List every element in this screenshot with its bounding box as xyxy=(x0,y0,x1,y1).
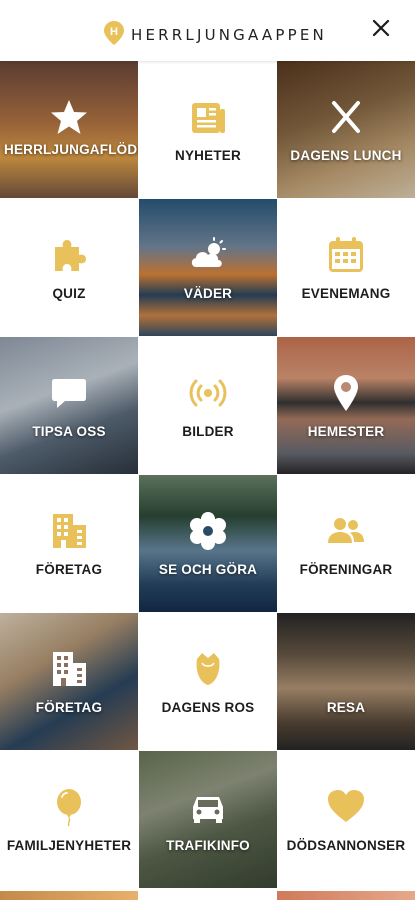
close-icon xyxy=(372,19,390,37)
tile-label: NYHETER xyxy=(175,148,241,163)
tile-label: RESA xyxy=(326,700,366,715)
buildings-icon xyxy=(49,511,89,551)
tile-bilder[interactable]: BILDER xyxy=(139,337,277,474)
tile-label: HEMESTER xyxy=(307,424,385,439)
cutlery-icon xyxy=(326,97,366,137)
buildings-icon xyxy=(49,649,89,689)
people-icon xyxy=(326,511,366,551)
tile-företag[interactable]: FÖRETAG xyxy=(0,475,138,612)
rose-icon xyxy=(188,649,228,689)
tile-herrljungaflödet[interactable]: HERRLJUNGAFLÖDET xyxy=(0,61,138,198)
tile-label: DAGENS ROS xyxy=(161,700,255,715)
tile-label: DAGENS LUNCH xyxy=(290,148,402,163)
tile-tipsa-oss[interactable]: TIPSA OSS xyxy=(0,337,138,474)
location-pin-icon xyxy=(326,373,366,413)
tile-dagens-ros[interactable]: DAGENS ROS xyxy=(139,613,277,750)
star-icon xyxy=(49,97,89,137)
newspaper-icon xyxy=(188,97,228,137)
svg-text:H: H xyxy=(110,26,118,38)
tile-label: QUIZ xyxy=(52,286,86,301)
tile-väder[interactable]: VÄDER xyxy=(139,199,277,336)
app-header: H HERRLJUNGAAPPEN xyxy=(0,0,415,61)
tile-se-och-göra[interactable]: SE OCH GÖRA xyxy=(139,475,277,612)
tile-familjenyheter[interactable]: FAMILJENYHETER xyxy=(0,751,138,888)
tile-label: TRAFIKINFO xyxy=(166,838,250,853)
tile-evenemang[interactable]: EVENEMANG xyxy=(277,199,415,336)
tile-hemester[interactable]: HEMESTER xyxy=(277,337,415,474)
app-brand: H HERRLJUNGAAPPEN xyxy=(104,20,327,50)
calendar-icon xyxy=(326,235,366,275)
tile-label: BILDER xyxy=(182,424,234,439)
partial-tile[interactable] xyxy=(277,891,415,900)
tile-label: FÖRETAG xyxy=(35,700,103,715)
puzzle-icon xyxy=(49,235,89,275)
close-button[interactable] xyxy=(367,14,395,42)
tile-resa[interactable]: RESA xyxy=(277,613,415,750)
tile-label: FAMILJENYHETER xyxy=(6,838,132,853)
tile-label: DÖDSANNONSER xyxy=(286,838,406,853)
partial-tile[interactable] xyxy=(139,891,277,900)
tile-trafikinfo[interactable]: TRAFIKINFO xyxy=(139,751,277,888)
tile-dagens-lunch[interactable]: DAGENS LUNCH xyxy=(277,61,415,198)
flower-icon xyxy=(188,511,228,551)
tile-label: FÖRETAG xyxy=(35,562,103,577)
tile-dödsannonser[interactable]: DÖDSANNONSER xyxy=(277,751,415,888)
tile-företag[interactable]: FÖRETAG xyxy=(0,613,138,750)
broadcast-icon xyxy=(188,373,228,413)
cloud-sun-icon xyxy=(188,235,228,275)
tile-nyheter[interactable]: NYHETER xyxy=(139,61,277,198)
car-icon xyxy=(188,787,228,827)
tile-label: SE OCH GÖRA xyxy=(158,562,258,577)
tile-label: EVENEMANG xyxy=(301,286,391,301)
app-title: HERRLJUNGAAPPEN xyxy=(131,26,327,44)
heart-icon xyxy=(326,787,366,827)
balloon-icon xyxy=(49,787,89,827)
tile-label: FÖRENINGAR xyxy=(299,562,393,577)
tile-label: VÄDER xyxy=(183,286,233,301)
speech-bubble-icon xyxy=(49,373,89,413)
map-pin-h-icon: H xyxy=(104,20,124,50)
partial-tile[interactable] xyxy=(0,891,138,900)
tile-föreningar[interactable]: FÖRENINGAR xyxy=(277,475,415,612)
tile-quiz[interactable]: QUIZ xyxy=(0,199,138,336)
tile-label: HERRLJUNGAFLÖDET xyxy=(4,142,138,157)
tile-label: TIPSA OSS xyxy=(32,424,106,439)
